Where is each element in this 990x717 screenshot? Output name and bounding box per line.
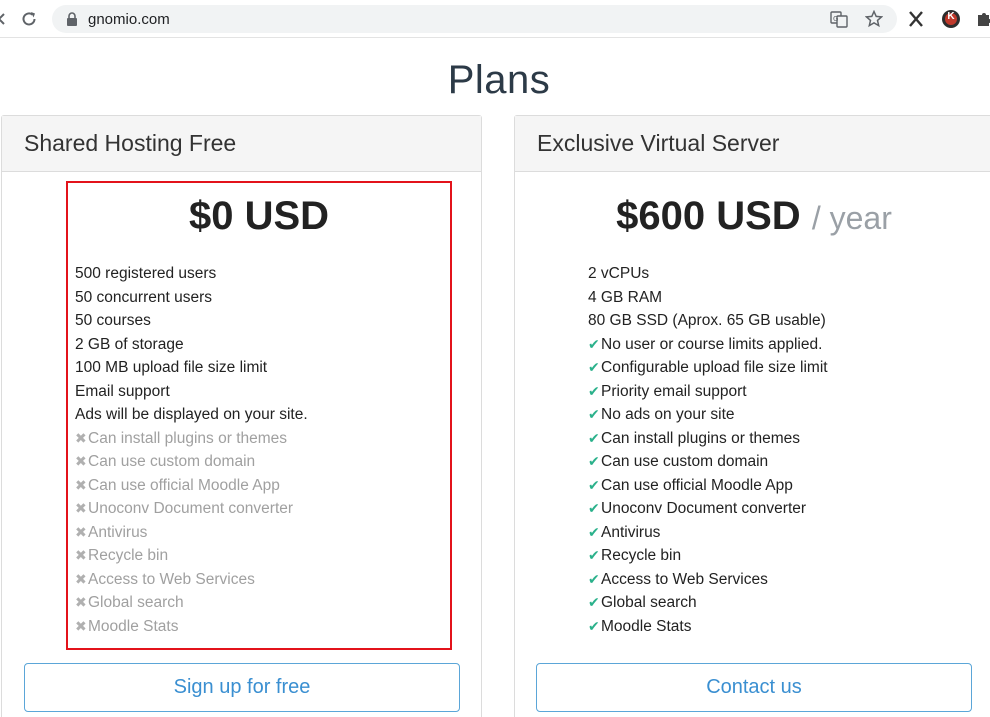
feature-text: Recycle bin <box>601 547 682 564</box>
feature-text: Access to Web Services <box>601 570 768 588</box>
profile-avatar[interactable]: K <box>939 7 963 31</box>
check-icon: ✔ <box>588 547 600 563</box>
check-icon: ✔ <box>588 570 600 587</box>
check-icon: ✔ <box>588 359 600 375</box>
lock-icon[interactable] <box>66 12 78 31</box>
feature-item: ✔No user or course limits applied. <box>588 333 828 357</box>
feature-item: ✔Global search <box>588 591 828 615</box>
feature-list-exclusive: 2 vCPUs 4 GB RAM 80 GB SSD (Aprox. 65 GB u… <box>588 262 828 638</box>
address-bar[interactable]: gnomio.com G <box>52 5 897 33</box>
check-icon: ✔ <box>588 429 600 446</box>
feature-text: Can use custom domain <box>601 453 769 470</box>
feature-text: 4 GB RAM <box>588 288 663 306</box>
extensions-puzzle-icon[interactable] <box>972 7 990 31</box>
feature-text: Configurable upload file size limit <box>601 359 828 376</box>
browser-toolbar: gnomio.com G K <box>0 0 990 38</box>
feature-item: ✔Can use custom domain <box>588 450 828 474</box>
feature-item: ✔Priority email support <box>588 380 828 404</box>
reload-icon[interactable] <box>17 7 41 31</box>
feature-item: 2 vCPUs <box>588 262 828 286</box>
feature-item: ✔Can install plugins or themes <box>588 427 828 451</box>
feature-text: No ads on your site <box>601 406 735 423</box>
feature-item: ✔Configurable upload file size limit <box>588 356 828 380</box>
plan-price-box: $600 USD / year <box>514 194 990 239</box>
feature-item: ✔Unoconv Document converter <box>588 497 828 521</box>
plan-price: $600 USD / year <box>514 194 990 239</box>
feature-text: Priority email support <box>601 382 747 400</box>
plan-name: Shared Hosting Free <box>2 116 481 172</box>
highlight-box <box>66 181 452 650</box>
feature-text: Moodle Stats <box>601 617 692 635</box>
feature-item: ✔Can use official Moodle App <box>588 474 828 498</box>
check-icon: ✔ <box>588 406 600 422</box>
star-icon[interactable] <box>864 9 884 29</box>
svg-text:G: G <box>833 15 838 23</box>
feature-item: ✔No ads on your site <box>588 403 828 427</box>
contact-us-button[interactable]: Contact us <box>536 663 972 712</box>
check-icon: ✔ <box>588 617 600 634</box>
check-icon: ✔ <box>588 476 600 493</box>
url-text[interactable]: gnomio.com <box>88 11 170 28</box>
feature-item: ✔Access to Web Services <box>588 568 828 592</box>
check-icon: ✔ <box>588 382 600 399</box>
feature-text: Can use official Moodle App <box>601 476 793 494</box>
check-icon: ✔ <box>588 523 600 540</box>
check-icon: ✔ <box>588 335 600 352</box>
check-icon: ✔ <box>588 453 600 469</box>
profile-initial: K <box>947 11 955 22</box>
feature-text: No user or course limits applied. <box>601 335 823 353</box>
price-period: / year <box>811 200 892 236</box>
feature-text: 80 GB SSD (Aprox. 65 GB usable) <box>588 312 826 329</box>
plan-name: Exclusive Virtual Server <box>515 116 990 172</box>
check-icon: ✔ <box>588 594 600 610</box>
check-icon: ✔ <box>588 500 600 516</box>
feature-item: ✔Antivirus <box>588 521 828 545</box>
feature-item: 80 GB SSD (Aprox. 65 GB usable) <box>588 309 828 333</box>
feature-item: ✔Recycle bin <box>588 544 828 568</box>
feature-text: Unoconv Document converter <box>601 500 807 517</box>
page-title: Plans <box>447 58 551 102</box>
feature-item: ✔Moodle Stats <box>588 615 828 639</box>
price-amount: $600 USD <box>616 194 801 238</box>
feature-text: 2 vCPUs <box>588 265 650 282</box>
feature-text: Global search <box>601 594 697 611</box>
translate-icon[interactable]: G <box>829 9 849 29</box>
feature-item: 4 GB RAM <box>588 286 828 310</box>
sign-up-button[interactable]: Sign up for free <box>24 663 460 712</box>
extension-x-icon[interactable] <box>904 7 928 31</box>
back-icon[interactable] <box>0 7 14 31</box>
feature-text: Can install plugins or themes <box>601 429 801 447</box>
feature-text: Antivirus <box>601 523 661 541</box>
